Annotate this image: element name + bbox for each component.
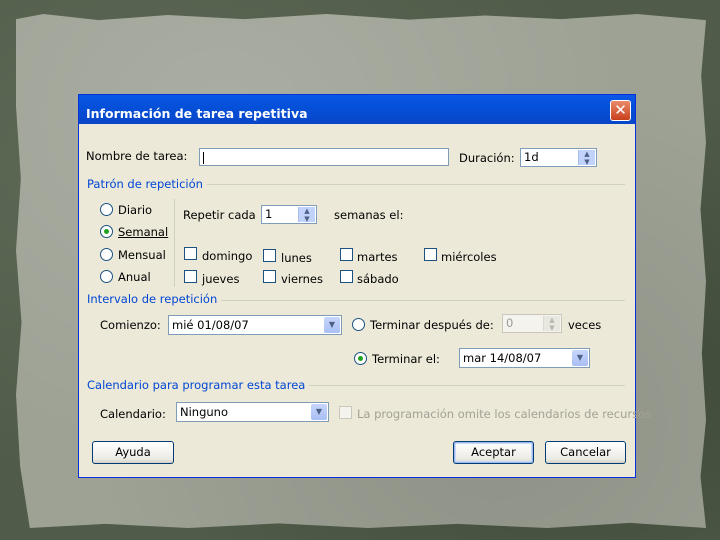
radio-weekly[interactable] <box>100 225 113 238</box>
task-name-input[interactable] <box>199 148 449 166</box>
check-saturday[interactable] <box>340 270 353 283</box>
pattern-group-label: Patrón de repetición <box>87 177 207 191</box>
repeat-every-spinner[interactable]: ▲ ▼ <box>298 207 315 222</box>
radio-weekly-label[interactable]: Semanal <box>118 225 168 239</box>
chevron-down-icon[interactable]: ▼ <box>311 404 327 420</box>
chevron-down-icon[interactable]: ▼ <box>324 317 340 333</box>
occurrences-input[interactable]: 0 ▲ ▼ <box>502 314 562 333</box>
radio-yearly-label[interactable]: Anual <box>118 270 151 284</box>
close-button[interactable]: ✕ <box>610 100 631 121</box>
occurrences-value: 0 <box>506 316 514 330</box>
check-saturday-label[interactable]: sábado <box>357 272 399 286</box>
check-sunday-label[interactable]: domingo <box>202 249 252 263</box>
repeat-every-value: 1 <box>265 207 273 221</box>
end-date-combo[interactable]: mar 14/08/07 ▼ <box>459 348 590 368</box>
chevron-down-icon[interactable]: ▼ <box>572 350 588 366</box>
title-bar[interactable]: Información de tarea repetitiva ✕ <box>79 95 635 124</box>
repeat-every-label: Repetir cada <box>183 208 256 222</box>
check-sunday[interactable] <box>184 247 197 260</box>
calendar-value: Ninguno <box>180 405 228 419</box>
duration-spinner[interactable]: ▲ ▼ <box>578 150 595 165</box>
weeks-on-label: semanas el: <box>334 208 404 222</box>
spin-down-icon: ▼ <box>549 323 555 332</box>
interval-group-label: Intervalo de repetición <box>87 292 222 306</box>
recurring-task-dialog: Información de tarea repetitiva ✕ Nombre… <box>78 94 651 478</box>
radio-monthly-label[interactable]: Mensual <box>118 248 166 262</box>
dialog-title: Información de tarea repetitiva <box>86 106 308 121</box>
end-after-label[interactable]: Terminar después de: <box>370 318 494 332</box>
radio-yearly[interactable] <box>100 270 113 283</box>
radio-daily[interactable] <box>100 203 113 216</box>
pattern-divider <box>174 199 175 287</box>
start-date-combo[interactable]: mié 01/08/07 ▼ <box>168 315 342 335</box>
spin-down-icon: ▼ <box>304 214 310 223</box>
check-friday-label[interactable]: viernes <box>281 272 323 286</box>
check-thursday-label[interactable]: jueves <box>202 272 239 286</box>
text-caret <box>203 151 204 164</box>
close-icon: ✕ <box>614 101 627 119</box>
calendar-label: Calendario: <box>100 407 166 421</box>
task-name-label: Nombre de tarea: <box>86 149 188 163</box>
calendar-group-label: Calendario para programar esta tarea <box>87 378 310 392</box>
spin-up-icon: ▲ <box>304 207 310 215</box>
check-tuesday-label[interactable]: martes <box>357 250 398 264</box>
times-label: veces <box>568 318 602 332</box>
repeat-every-input[interactable]: 1 ▲ ▼ <box>261 205 317 224</box>
occurrences-spinner[interactable]: ▲ ▼ <box>543 316 560 331</box>
check-thursday[interactable] <box>184 270 197 283</box>
end-date-value: mar 14/08/07 <box>463 351 542 365</box>
end-by-label[interactable]: Terminar el: <box>372 352 440 366</box>
ignore-calendars-checkbox[interactable] <box>339 406 352 419</box>
ok-button[interactable]: Aceptar <box>453 441 534 464</box>
calendar-combo[interactable]: Ninguno ▼ <box>176 402 329 422</box>
ignore-calendars-label: La programación omite los calendarios de… <box>357 407 652 421</box>
help-button[interactable]: Ayuda <box>92 441 174 464</box>
check-tuesday[interactable] <box>340 248 353 261</box>
check-friday[interactable] <box>263 270 276 283</box>
radio-end-by[interactable] <box>354 352 367 365</box>
check-wednesday-label[interactable]: miércoles <box>441 250 497 264</box>
duration-input[interactable]: 1d ▲ ▼ <box>520 148 597 167</box>
start-label: Comienzo: <box>100 318 161 332</box>
duration-label: Duración: <box>459 151 515 165</box>
check-monday-label[interactable]: lunes <box>281 251 312 265</box>
spin-up-icon: ▲ <box>549 316 555 324</box>
spin-up-icon: ▲ <box>584 150 590 158</box>
duration-value: 1d <box>524 150 539 164</box>
radio-monthly[interactable] <box>100 248 113 261</box>
cancel-button[interactable]: Cancelar <box>545 441 626 464</box>
check-monday[interactable] <box>263 249 276 262</box>
check-wednesday[interactable] <box>424 248 437 261</box>
start-date-value: mié 01/08/07 <box>172 318 249 332</box>
spin-down-icon: ▼ <box>584 157 590 166</box>
radio-daily-label[interactable]: Diario <box>118 203 152 217</box>
radio-end-after[interactable] <box>352 318 365 331</box>
